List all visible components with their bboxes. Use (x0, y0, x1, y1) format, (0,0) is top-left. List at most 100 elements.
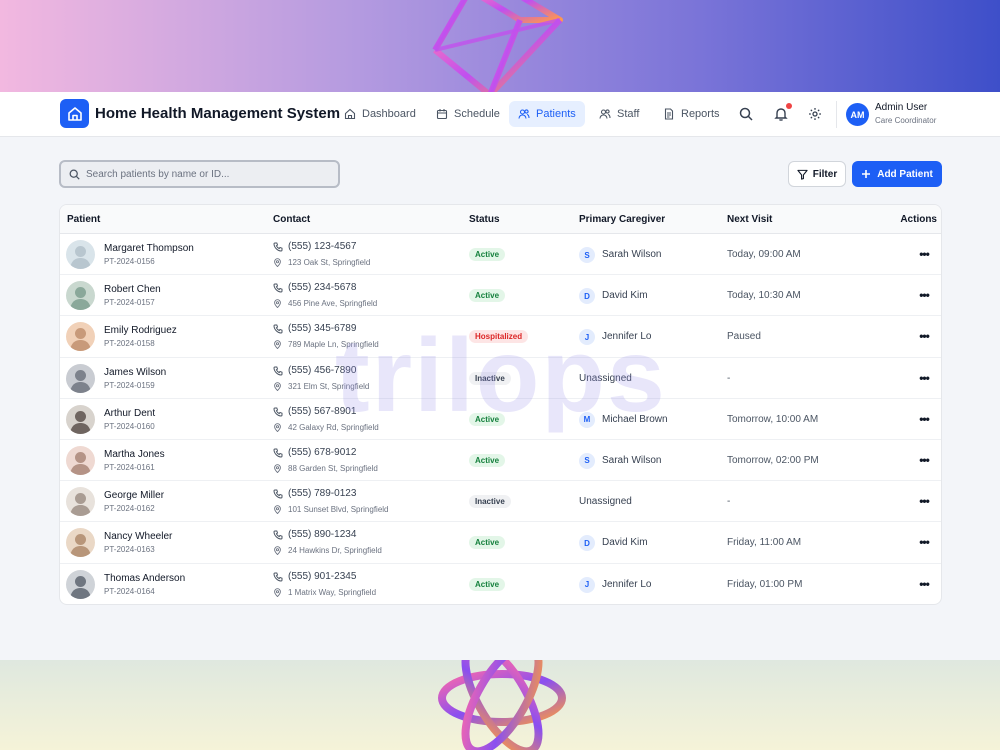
patient-avatar[interactable] (66, 240, 95, 269)
patient-avatar[interactable] (66, 363, 95, 393)
header-contact[interactable]: Contact (273, 214, 310, 225)
nav-staff[interactable]: Staff (590, 101, 648, 127)
more-actions-icon[interactable]: ••• (915, 535, 933, 549)
user-avatar[interactable]: AM (846, 103, 869, 126)
patient-name[interactable]: George Miller (104, 490, 164, 501)
next-visit: - (727, 372, 731, 384)
patient-name[interactable]: Martha Jones (104, 449, 165, 460)
user-name[interactable]: Admin User (875, 102, 927, 113)
more-actions-icon[interactable]: ••• (915, 494, 933, 508)
patient-address: 1 Matrix Way, Springfield (288, 587, 377, 597)
next-visit: Tomorrow, 10:00 AM (727, 413, 819, 425)
patient-phone: (555) 456-7890 (288, 364, 357, 376)
settings-gear-icon[interactable] (806, 105, 824, 123)
patient-id: PT-2024-0157 (104, 298, 155, 308)
patient-avatar[interactable] (66, 404, 95, 434)
decorative-atom-graphic (438, 646, 566, 750)
patient-name[interactable]: Nancy Wheeler (104, 531, 172, 542)
more-actions-icon[interactable]: ••• (915, 247, 933, 261)
caregiver-avatar: D (579, 535, 595, 552)
caregiver-avatar: S (579, 452, 595, 469)
nav-reports-label: Reports (681, 108, 720, 120)
caregiver-avatar: J (579, 329, 595, 346)
patient-address: 101 Sunset Blvd, Springfield (288, 505, 389, 515)
more-actions-icon[interactable]: ••• (915, 453, 933, 467)
more-actions-icon[interactable]: ••• (915, 371, 933, 385)
caregiver-name[interactable]: Jennifer Lo (602, 331, 651, 342)
patient-name[interactable]: Arthur Dent (104, 408, 155, 419)
patient-id: PT-2024-0164 (104, 586, 155, 596)
more-actions-icon[interactable]: ••• (915, 412, 933, 426)
more-actions-icon[interactable]: ••• (915, 577, 933, 591)
table-row[interactable]: Margaret Thompson PT-2024-0156 (555) 123-4… (60, 234, 941, 276)
location-pin-icon (274, 587, 281, 597)
navbar-divider (836, 101, 837, 128)
table-row[interactable]: Thomas Anderson PT-2024-0164 (555) 901-234… (60, 564, 941, 605)
calendar-icon (436, 109, 448, 120)
search-icon[interactable] (737, 105, 755, 123)
patient-id: PT-2024-0158 (104, 339, 155, 349)
users-icon (518, 109, 530, 119)
header-status[interactable]: Status (469, 214, 500, 225)
nav-patients[interactable]: Patients (509, 101, 585, 127)
caregiver-name[interactable]: Sarah Wilson (602, 455, 661, 466)
table-row[interactable]: Emily Rodriguez PT-2024-0158 (555) 345-678… (60, 316, 941, 358)
patient-phone: (555) 234-5678 (288, 282, 357, 294)
header-patient[interactable]: Patient (67, 214, 100, 225)
caregiver-name[interactable]: Sarah Wilson (602, 249, 661, 260)
nav-schedule-label: Schedule (454, 108, 500, 120)
search-input[interactable] (86, 168, 326, 180)
nav-dashboard[interactable]: Dashboard (335, 101, 425, 127)
nav-dashboard-label: Dashboard (362, 108, 416, 120)
table-header: Patient Contact Status Primary Caregiver… (60, 205, 941, 234)
more-actions-icon[interactable]: ••• (915, 288, 933, 302)
search-icon (69, 169, 80, 180)
add-patient-button-label: Add Patient (877, 168, 933, 180)
patient-avatar[interactable] (66, 528, 95, 558)
patient-address: 42 Galaxy Rd, Springfield (288, 422, 379, 432)
patient-address: 123 Oak St, Springfield (288, 258, 371, 267)
document-icon (664, 108, 674, 120)
patient-name[interactable]: James Wilson (104, 367, 166, 378)
caregiver-name[interactable]: Michael Brown (602, 414, 668, 425)
table-row[interactable]: Robert Chen PT-2024-0157 (555) 234-5678 456… (60, 275, 941, 317)
location-pin-icon (274, 299, 281, 309)
more-actions-icon[interactable]: ••• (915, 329, 933, 343)
filter-button[interactable]: Filter (788, 161, 846, 187)
table-row[interactable]: Martha Jones PT-2024-0161 (555) 678-9012 88… (60, 440, 941, 482)
home-logo-icon[interactable] (60, 99, 89, 128)
status-badge: Active (469, 248, 506, 261)
user-plus-icon (599, 109, 611, 119)
patient-name[interactable]: Emily Rodriguez (104, 325, 177, 336)
patient-name[interactable]: Margaret Thompson (104, 243, 194, 254)
patient-avatar[interactable] (66, 487, 95, 517)
phone-icon (273, 283, 283, 293)
table-row[interactable]: Arthur Dent PT-2024-0160 (555) 567-8901 42 … (60, 399, 941, 440)
patient-avatar[interactable] (66, 281, 95, 311)
caregiver-avatar: M (579, 411, 595, 428)
table-row[interactable]: James Wilson PT-2024-0159 (555) 456-7890 32… (60, 358, 941, 399)
patient-avatar[interactable] (66, 569, 95, 599)
header-next-visit[interactable]: Next Visit (727, 214, 772, 225)
header-caregiver[interactable]: Primary Caregiver (579, 214, 665, 225)
add-patient-button[interactable]: Add Patient (852, 161, 942, 187)
nav-reports[interactable]: Reports (654, 101, 729, 127)
next-visit: Tomorrow, 02:00 PM (727, 454, 819, 466)
status-badge: Active (469, 577, 506, 591)
caregiver-name[interactable]: Jennifer Lo (602, 579, 651, 590)
next-visit: Friday, 01:00 PM (727, 578, 803, 590)
patient-name[interactable]: Thomas Anderson (104, 573, 185, 584)
phone-icon (273, 366, 283, 376)
notification-bell-icon[interactable] (772, 103, 792, 123)
app-title: Home Health Management System (95, 105, 341, 122)
patient-avatar[interactable] (66, 322, 95, 352)
table-row[interactable]: George Miller PT-2024-0162 (555) 789-0123 1… (60, 481, 941, 523)
patient-name[interactable]: Robert Chen (104, 284, 161, 295)
caregiver-name[interactable]: David Kim (602, 290, 648, 301)
nav-schedule[interactable]: Schedule (427, 101, 509, 127)
caregiver-name: Unassigned (579, 496, 632, 508)
patient-search-box[interactable] (59, 160, 340, 188)
patient-avatar[interactable] (66, 445, 95, 475)
caregiver-name[interactable]: David Kim (602, 537, 648, 548)
table-row[interactable]: Nancy Wheeler PT-2024-0163 (555) 890-1234 2… (60, 522, 941, 564)
